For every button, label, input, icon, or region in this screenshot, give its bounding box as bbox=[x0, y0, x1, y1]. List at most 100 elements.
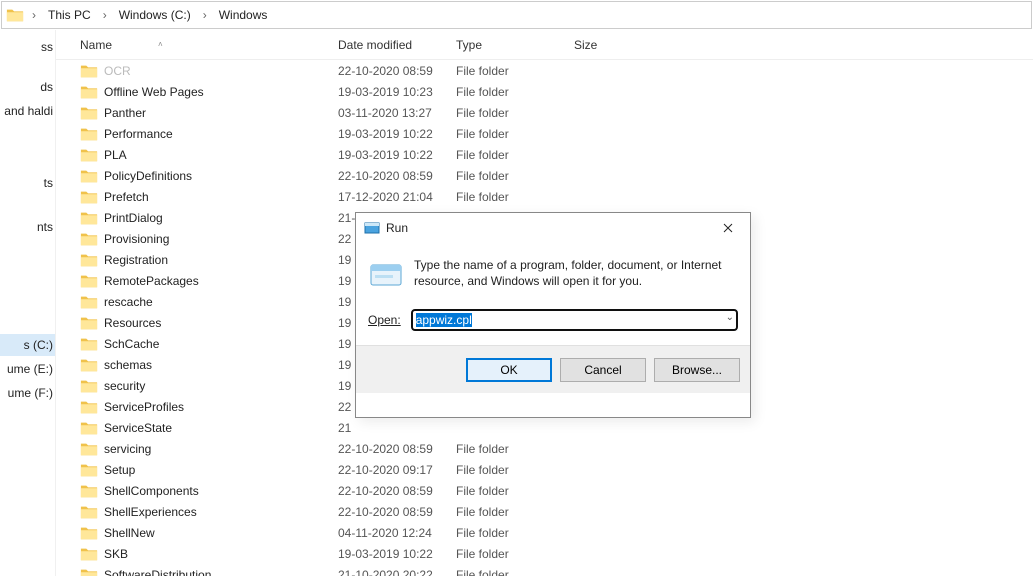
nav-item[interactable]: ume (F:) bbox=[0, 382, 55, 404]
file-name: Provisioning bbox=[104, 232, 338, 246]
file-date: 17-12-2020 21:04 bbox=[338, 190, 456, 204]
table-row[interactable]: ShellComponents22-10-2020 08:59File fold… bbox=[56, 480, 1033, 501]
close-button[interactable] bbox=[714, 217, 742, 239]
column-type[interactable]: Type bbox=[456, 38, 574, 52]
table-row[interactable]: SKB19-03-2019 10:22File folder bbox=[56, 543, 1033, 564]
table-row[interactable]: Offline Web Pages19-03-2019 10:23File fo… bbox=[56, 81, 1033, 102]
ok-button[interactable]: OK bbox=[466, 358, 552, 382]
file-type: File folder bbox=[456, 568, 574, 577]
file-type: File folder bbox=[456, 505, 574, 519]
file-type: File folder bbox=[456, 526, 574, 540]
open-input[interactable] bbox=[411, 309, 738, 331]
table-row[interactable]: Setup22-10-2020 09:17File folder bbox=[56, 459, 1033, 480]
file-type: File folder bbox=[456, 106, 574, 120]
table-row[interactable]: Prefetch17-12-2020 21:04File folder bbox=[56, 186, 1033, 207]
column-size[interactable]: Size bbox=[574, 38, 654, 52]
open-combobox[interactable]: ⌄ bbox=[411, 309, 738, 331]
file-name: RemotePackages bbox=[104, 274, 338, 288]
folder-icon bbox=[80, 83, 98, 101]
folder-icon bbox=[80, 356, 98, 374]
dialog-button-row: OK Cancel Browse... bbox=[356, 345, 750, 393]
file-name: Performance bbox=[104, 127, 338, 141]
table-row[interactable]: ShellExperiences22-10-2020 08:59File fol… bbox=[56, 501, 1033, 522]
file-name: Resources bbox=[104, 316, 338, 330]
dialog-title: Run bbox=[386, 221, 408, 235]
browse-button[interactable]: Browse... bbox=[654, 358, 740, 382]
folder-icon bbox=[80, 566, 98, 577]
dialog-titlebar[interactable]: Run bbox=[356, 213, 750, 243]
folder-icon bbox=[6, 6, 24, 24]
close-icon bbox=[723, 223, 733, 233]
file-name: PLA bbox=[104, 148, 338, 162]
folder-icon bbox=[80, 230, 98, 248]
table-row[interactable]: PolicyDefinitions22-10-2020 08:59File fo… bbox=[56, 165, 1033, 186]
file-date: 22-10-2020 08:59 bbox=[338, 442, 456, 456]
table-row[interactable]: servicing22-10-2020 08:59File folder bbox=[56, 438, 1033, 459]
breadcrumb-item[interactable]: Windows bbox=[215, 6, 272, 24]
column-headers[interactable]: Name ˄ Date modified Type Size bbox=[56, 30, 1033, 60]
nav-item[interactable]: nts bbox=[0, 216, 55, 238]
nav-item[interactable]: ume (E:) bbox=[0, 358, 55, 380]
breadcrumb-item[interactable]: This PC bbox=[44, 6, 95, 24]
file-type: File folder bbox=[456, 484, 574, 498]
file-date: 22-10-2020 08:59 bbox=[338, 64, 456, 78]
file-date: 19-03-2019 10:23 bbox=[338, 85, 456, 99]
file-name: rescache bbox=[104, 295, 338, 309]
file-date: 22-10-2020 08:59 bbox=[338, 505, 456, 519]
table-row[interactable]: SoftwareDistribution21-10-2020 20:22File… bbox=[56, 564, 1033, 576]
chevron-right-icon: › bbox=[99, 8, 111, 22]
folder-icon bbox=[80, 419, 98, 437]
file-type: File folder bbox=[456, 127, 574, 141]
breadcrumb-item[interactable]: Windows (C:) bbox=[115, 6, 195, 24]
file-date: 19-03-2019 10:22 bbox=[338, 148, 456, 162]
file-name: servicing bbox=[104, 442, 338, 456]
table-row[interactable]: Performance19-03-2019 10:22File folder bbox=[56, 123, 1033, 144]
nav-item[interactable]: s (C:) bbox=[0, 334, 55, 356]
folder-icon bbox=[80, 62, 98, 80]
nav-item[interactable]: ts bbox=[0, 172, 55, 194]
column-date[interactable]: Date modified bbox=[338, 38, 456, 52]
table-row[interactable]: Panther03-11-2020 13:27File folder bbox=[56, 102, 1033, 123]
folder-icon bbox=[80, 251, 98, 269]
file-name: Panther bbox=[104, 106, 338, 120]
file-date: 22-10-2020 08:59 bbox=[338, 484, 456, 498]
folder-icon bbox=[80, 314, 98, 332]
folder-icon bbox=[80, 440, 98, 458]
open-label: Open: bbox=[368, 313, 401, 327]
file-name: schemas bbox=[104, 358, 338, 372]
file-name: security bbox=[104, 379, 338, 393]
navigation-pane[interactable]: ss dsand haldi ts nts s (C:)ume (E:)ume (F:) bbox=[0, 30, 56, 576]
folder-icon bbox=[80, 335, 98, 353]
nav-item[interactable]: ss bbox=[0, 36, 55, 58]
file-date: 19-03-2019 10:22 bbox=[338, 127, 456, 141]
file-name: PolicyDefinitions bbox=[104, 169, 338, 183]
folder-icon bbox=[80, 209, 98, 227]
run-dialog: Run Type the name of a program, folder, … bbox=[355, 212, 751, 418]
folder-icon bbox=[80, 482, 98, 500]
breadcrumb[interactable]: › This PC › Windows (C:) › Windows bbox=[1, 1, 1032, 29]
table-row[interactable]: ServiceState21 bbox=[56, 417, 1033, 438]
table-row[interactable]: OCR22-10-2020 08:59File folder bbox=[56, 60, 1033, 81]
folder-icon bbox=[80, 293, 98, 311]
chevron-right-icon: › bbox=[199, 8, 211, 22]
folder-icon bbox=[80, 524, 98, 542]
column-name[interactable]: Name ˄ bbox=[80, 38, 338, 52]
nav-item[interactable]: ds bbox=[0, 76, 55, 98]
table-row[interactable]: ShellNew04-11-2020 12:24File folder bbox=[56, 522, 1033, 543]
file-name: PrintDialog bbox=[104, 211, 338, 225]
file-name: ShellNew bbox=[104, 526, 338, 540]
cancel-button[interactable]: Cancel bbox=[560, 358, 646, 382]
file-name: SoftwareDistribution bbox=[104, 568, 338, 577]
file-date: 21 bbox=[338, 421, 456, 435]
file-name: SKB bbox=[104, 547, 338, 561]
table-row[interactable]: PLA19-03-2019 10:22File folder bbox=[56, 144, 1033, 165]
file-date: 22-10-2020 08:59 bbox=[338, 169, 456, 183]
file-name: ShellComponents bbox=[104, 484, 338, 498]
file-name: ServiceProfiles bbox=[104, 400, 338, 414]
nav-item[interactable]: and haldi bbox=[0, 100, 55, 122]
folder-icon bbox=[80, 167, 98, 185]
file-type: File folder bbox=[456, 85, 574, 99]
folder-icon bbox=[80, 104, 98, 122]
file-type: File folder bbox=[456, 463, 574, 477]
file-name: Offline Web Pages bbox=[104, 85, 338, 99]
